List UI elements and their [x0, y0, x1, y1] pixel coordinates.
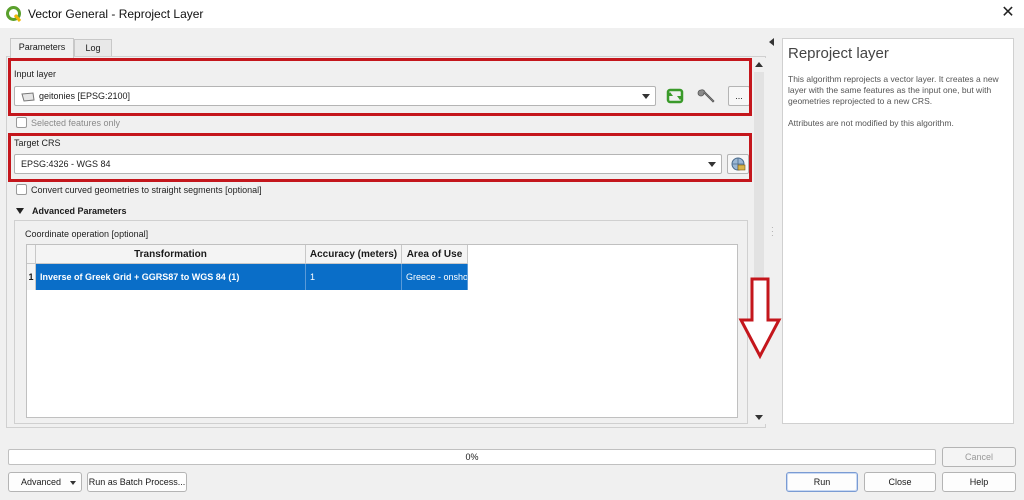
selected-features-label: Selected features only: [31, 118, 121, 128]
target-crs-highlight-box: [8, 133, 752, 182]
vertical-scrollbar[interactable]: [752, 58, 766, 424]
window-title: Vector General - Reproject Layer: [28, 7, 204, 21]
close-window-icon[interactable]: ✕: [998, 3, 1018, 23]
advanced-button-label: Advanced: [21, 477, 62, 487]
table-cell-area[interactable]: Greece - onshore.: [402, 264, 468, 290]
down-arrow-annotation-icon: [738, 277, 782, 360]
column-header-accuracy[interactable]: Accuracy (meters): [306, 245, 402, 264]
help-note: Attributes are not modified by this algo…: [788, 118, 954, 128]
convert-curves-label: Convert curved geometries to straight se…: [31, 185, 262, 195]
help-button[interactable]: Help: [942, 472, 1016, 492]
help-title: Reproject layer: [788, 45, 889, 62]
collapse-triangle-icon[interactable]: [16, 208, 24, 214]
table-corner: [27, 245, 36, 264]
table-cell-transformation[interactable]: Inverse of Greek Grid + GGRS87 to WGS 84…: [36, 264, 306, 290]
qgis-logo-icon: [6, 6, 22, 22]
scroll-up-icon[interactable]: [755, 62, 763, 67]
row-header-1[interactable]: 1: [27, 264, 36, 290]
progress-text: 0%: [465, 452, 479, 462]
tab-parameters[interactable]: Parameters: [10, 38, 74, 58]
run-batch-button[interactable]: Run as Batch Process...: [87, 472, 187, 492]
column-header-area[interactable]: Area of Use: [402, 245, 468, 264]
help-panel: Reproject layer This algorithm reproject…: [782, 38, 1014, 424]
progress-bar: 0%: [8, 449, 936, 465]
splitter-handle[interactable]: · · ·: [771, 224, 774, 240]
convert-curves-checkbox[interactable]: [16, 184, 27, 195]
cancel-button[interactable]: Cancel: [942, 447, 1016, 467]
title-bar: Vector General - Reproject Layer ✕: [0, 0, 1024, 28]
advanced-button[interactable]: Advanced: [8, 472, 82, 492]
selected-features-checkbox[interactable]: [16, 117, 27, 128]
transformations-table[interactable]: Transformation Accuracy (meters) Area of…: [26, 244, 738, 418]
scroll-down-icon[interactable]: [755, 415, 763, 420]
column-header-transformation[interactable]: Transformation: [36, 245, 306, 264]
coordinate-operation-label: Coordinate operation [optional]: [25, 229, 149, 239]
help-description: This algorithm reprojects a vector layer…: [788, 74, 999, 106]
input-layer-highlight-box: [8, 58, 752, 116]
table-cell-accuracy[interactable]: 1: [306, 264, 402, 290]
close-button[interactable]: Close: [864, 472, 936, 492]
chevron-down-icon: [70, 481, 76, 485]
collapse-help-panel-icon[interactable]: [769, 38, 774, 46]
advanced-parameters-header[interactable]: Advanced Parameters: [32, 206, 127, 216]
run-button[interactable]: Run: [786, 472, 858, 492]
